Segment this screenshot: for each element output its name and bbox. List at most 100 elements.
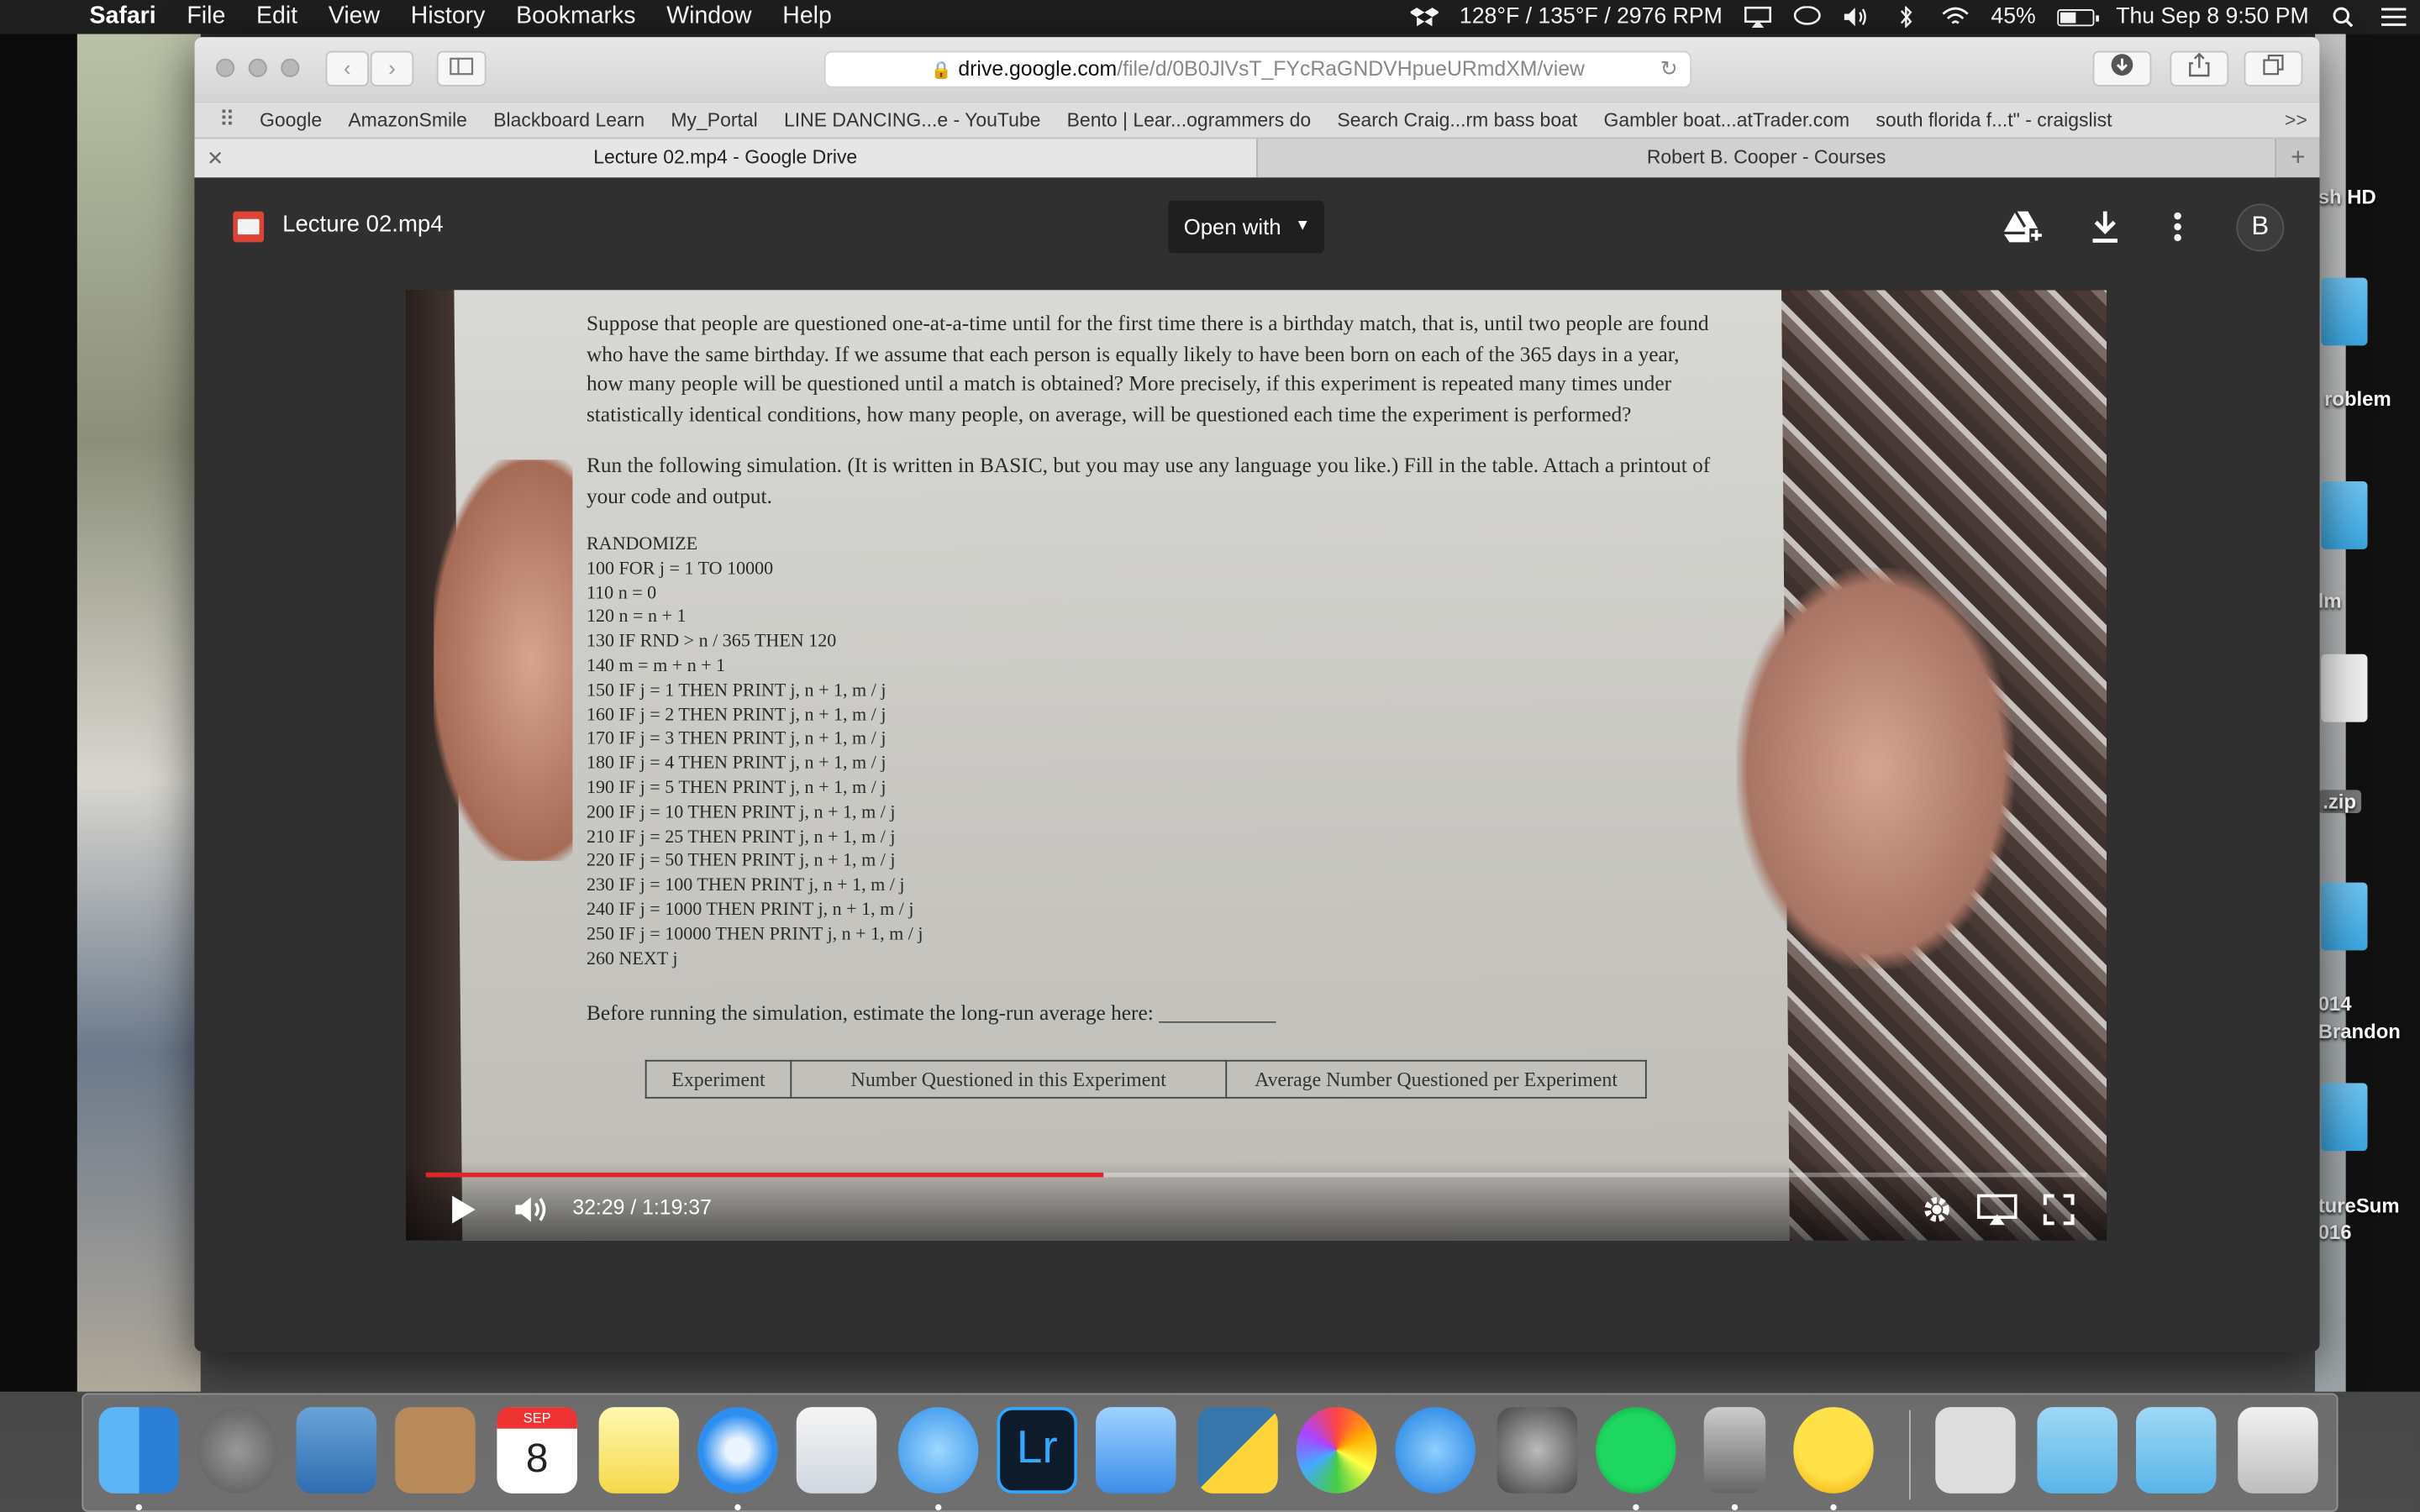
downloads-button[interactable]	[2092, 50, 2152, 87]
messages-icon[interactable]	[1793, 5, 1821, 28]
trash-icon[interactable]	[2238, 1407, 2318, 1494]
bookmark-amazonsmile[interactable]: AmazonSmile	[348, 108, 467, 130]
bookmark-blackboard[interactable]: Blackboard Learn	[493, 108, 644, 130]
address-bar[interactable]: 🔒 drive.google.com/file/d/0B0JlVsT_FYcRaG…	[823, 50, 1692, 88]
settings-gear-icon[interactable]	[1922, 1194, 1953, 1233]
mail-stamp-icon[interactable]	[296, 1407, 377, 1494]
table-header: Number Questioned in this Experiment	[790, 1059, 1228, 1100]
menu-bookmarks[interactable]: Bookmarks	[516, 3, 635, 31]
calendar-icon[interactable]: SEP 8	[497, 1407, 577, 1494]
launchpad-icon[interactable]	[197, 1407, 278, 1494]
folder-icon[interactable]	[2037, 1407, 2118, 1494]
reload-icon[interactable]: ↻	[1660, 52, 1678, 86]
video-player[interactable]: Suppose that people are questioned one-a…	[406, 290, 2107, 1241]
tab-bar: ✕ Lecture 02.mp4 - Google Drive Robert B…	[194, 139, 2320, 178]
cast-icon[interactable]	[1976, 1194, 2018, 1233]
battery-percent[interactable]: 45%	[1991, 5, 2035, 29]
contacts-icon[interactable]	[395, 1407, 476, 1494]
code-line: 240 IF j = 1000 THEN PRINT j, n + 1, m /…	[586, 897, 914, 920]
running-indicator	[1731, 1504, 1739, 1511]
clock[interactable]: Thu Sep 8 9:50 PM	[2116, 5, 2308, 29]
close-tab-icon[interactable]: ✕	[207, 139, 224, 177]
volume-icon[interactable]	[1843, 6, 1870, 28]
code-line: 140 m = m + n + 1	[586, 654, 726, 676]
finder-icon[interactable]	[98, 1407, 180, 1494]
bookmark-bento[interactable]: Bento | Lear...ogrammers do	[1067, 108, 1312, 130]
bookmark-south-florida[interactable]: south florida f...t" - craigslist	[1876, 108, 2112, 130]
iphone-simulator-icon[interactable]	[1703, 1407, 1766, 1494]
notes-icon[interactable]	[598, 1407, 680, 1494]
app-store-icon[interactable]	[1395, 1407, 1476, 1494]
add-to-drive-icon[interactable]	[2003, 210, 2044, 253]
top-sites-grid-icon[interactable]: ⠿	[219, 107, 235, 133]
menu-window[interactable]: Window	[666, 3, 751, 31]
document-content: Suppose that people are questioned one-a…	[586, 308, 1713, 1100]
open-with-button[interactable]: Open with ▼	[1168, 200, 1324, 254]
system-preferences-gear-icon[interactable]	[1497, 1407, 1578, 1494]
bookmark-gambler-boat[interactable]: Gambler boat...atTrader.com	[1603, 108, 1849, 130]
spotify-icon[interactable]	[1596, 1407, 1676, 1494]
close-window-button[interactable]	[216, 58, 235, 77]
cyberduck-icon[interactable]	[1793, 1407, 1874, 1494]
spotlight-search-icon[interactable]	[2330, 6, 2358, 28]
menu-edit[interactable]: Edit	[256, 3, 297, 31]
downloads-stack-icon[interactable]	[1935, 1407, 2016, 1494]
more-options-icon[interactable]	[2173, 210, 2182, 253]
preview-icon[interactable]	[796, 1407, 877, 1494]
browser-toolbar: ‹ › 🔒 drive.google.com/file/d/0B0JlVsT_FY…	[194, 37, 2320, 102]
desktop-folder-icon[interactable]	[2321, 882, 2368, 951]
fullscreen-icon[interactable]	[2043, 1194, 2075, 1233]
menu-history[interactable]: History	[411, 3, 486, 31]
video-progress-bar[interactable]	[425, 1172, 2087, 1178]
desktop-folder-icon[interactable]	[2321, 481, 2368, 549]
folder-icon[interactable]	[2135, 1407, 2217, 1494]
open-with-label: Open with	[1183, 214, 1281, 239]
menu-file[interactable]: File	[187, 3, 225, 31]
bookmark-my-portal[interactable]: My_Portal	[671, 108, 757, 130]
calendar-day: 8	[525, 1435, 549, 1482]
tab-courses[interactable]: Robert B. Cooper - Courses	[1257, 139, 2277, 178]
bluetooth-icon[interactable]	[1892, 5, 1920, 29]
bookmark-craigslist-search[interactable]: Search Craig...rm bass boat	[1337, 108, 1577, 130]
bookmarks-overflow-button[interactable]: >>	[2285, 108, 2307, 130]
code-line: 170 IF j = 3 THEN PRINT j, n + 1, m / j	[586, 727, 886, 749]
menu-help[interactable]: Help	[782, 3, 832, 31]
desktop-folder-icon[interactable]	[2321, 1083, 2368, 1152]
zoom-window-button[interactable]	[281, 58, 300, 77]
bookmark-google[interactable]: Google	[260, 108, 322, 130]
download-icon[interactable]	[2090, 210, 2121, 253]
dropbox-icon[interactable]	[1408, 6, 1440, 28]
running-indicator	[1830, 1504, 1837, 1511]
desktop-file-icon[interactable]	[2321, 654, 2368, 722]
wifi-icon[interactable]	[1942, 6, 1970, 28]
account-avatar[interactable]: B	[2236, 203, 2285, 252]
new-tab-button[interactable]: +	[2276, 139, 2319, 177]
forward-button[interactable]: ›	[370, 50, 414, 87]
menu-view[interactable]: View	[329, 3, 380, 31]
photos-icon[interactable]	[1296, 1407, 1377, 1494]
temperature-monitor[interactable]: 128°F / 135°F / 2976 RPM	[1460, 5, 1723, 29]
running-indicator	[734, 1504, 741, 1511]
airplay-icon[interactable]	[1744, 6, 1772, 29]
battery-icon[interactable]	[2057, 8, 2100, 26]
xcode-hammer-icon[interactable]	[1096, 1407, 1176, 1494]
back-button[interactable]: ‹	[325, 50, 369, 87]
minimize-window-button[interactable]	[248, 58, 267, 77]
volume-icon[interactable]	[514, 1194, 551, 1233]
python-icon[interactable]	[1197, 1407, 1278, 1494]
show-all-tabs-button[interactable]	[2244, 50, 2303, 87]
tab-lecture-02[interactable]: ✕ Lecture 02.mp4 - Google Drive	[194, 139, 1258, 178]
bookmark-line-dancing[interactable]: LINE DANCING...e - YouTube	[784, 108, 1040, 130]
play-icon[interactable]	[449, 1194, 476, 1233]
messages-bubble-icon[interactable]	[897, 1407, 979, 1494]
notification-center-icon[interactable]	[2380, 6, 2407, 28]
url-path: /file/d/0B0JlVsT_FYcRaGNDVHpueURmdXM/vie…	[1117, 56, 1585, 81]
sidebar-toggle-button[interactable]	[436, 50, 487, 87]
lightroom-icon[interactable]: Lr	[997, 1407, 1078, 1494]
share-button[interactable]	[2170, 50, 2229, 87]
sidebar-icon	[450, 57, 474, 76]
menu-app-name[interactable]: Safari	[90, 3, 156, 31]
dock-separator	[1908, 1410, 1911, 1500]
safari-compass-icon[interactable]	[697, 1407, 778, 1494]
desktop-folder-icon[interactable]	[2321, 277, 2368, 346]
